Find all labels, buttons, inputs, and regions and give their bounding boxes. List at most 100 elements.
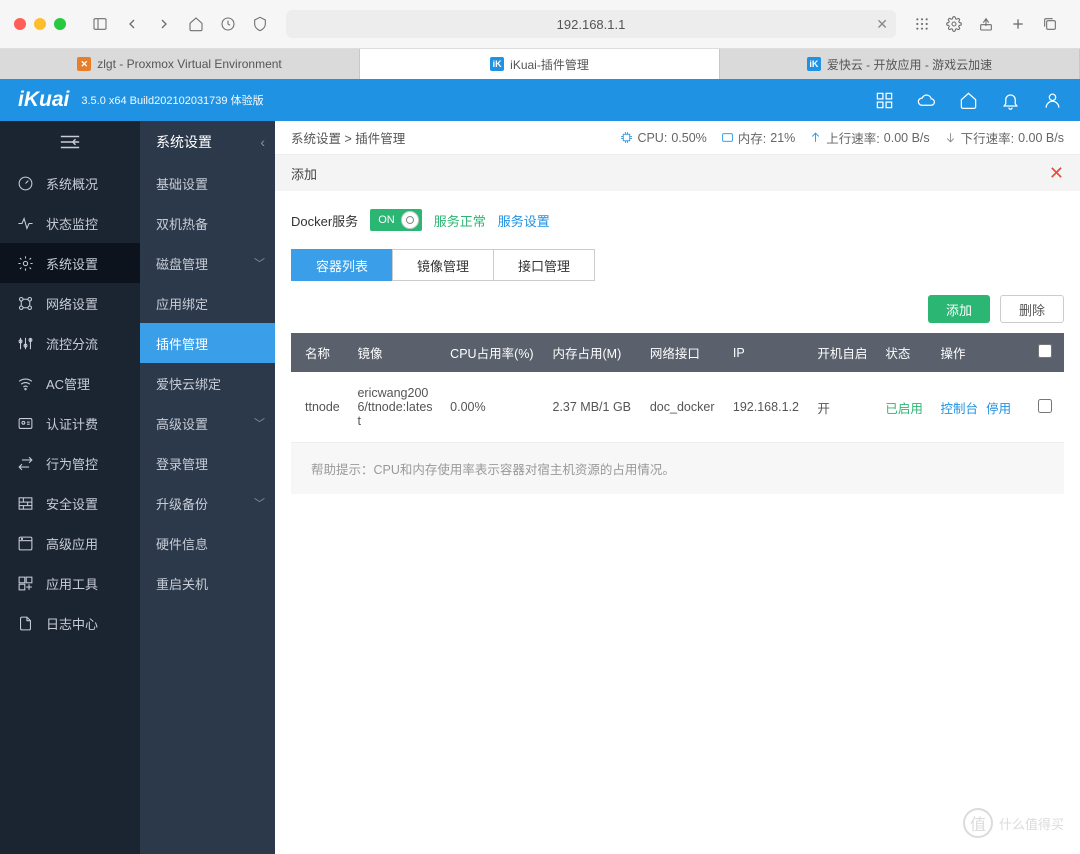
select-all-header <box>1030 333 1064 372</box>
sidebar2-item-label: 高级设置 <box>156 414 208 433</box>
select-all-checkbox[interactable] <box>1038 344 1052 358</box>
sidebar2-item-label: 双机热备 <box>156 214 208 233</box>
service-settings-link[interactable]: 服务设置 <box>498 211 550 230</box>
disable-link[interactable]: 停用 <box>986 402 1011 416</box>
sidebar-item-label: 日志中心 <box>46 614 98 633</box>
home-icon[interactable] <box>184 12 208 36</box>
collapse-menu-icon[interactable] <box>0 121 140 163</box>
sidebar2-item[interactable]: 升级备份﹀ <box>140 483 275 523</box>
browser-tab[interactable]: iKiKuai-插件管理 <box>360 49 720 79</box>
table-header: 操作 <box>933 333 1030 372</box>
browser-tab[interactable]: iK爱快云 - 开放应用 - 游戏云加速 <box>720 49 1080 79</box>
url-text: 192.168.1.1 <box>557 17 626 32</box>
content-tab[interactable]: 接口管理 <box>493 249 595 281</box>
table-header: 网络接口 <box>642 333 725 372</box>
sidebar2-item[interactable]: 插件管理 <box>140 323 275 363</box>
sidebar-item-gear[interactable]: 系统设置 <box>0 243 140 283</box>
sidebar-item-pulse[interactable]: 状态监控 <box>0 203 140 243</box>
network-icon <box>16 294 34 312</box>
panel-header: 添加 ✕ <box>275 155 1080 191</box>
sidebar-item-label: 应用工具 <box>46 574 98 593</box>
sidebar-item-label: 高级应用 <box>46 534 98 553</box>
sidebar2-item-label: 硬件信息 <box>156 534 208 553</box>
docker-label: Docker服务 <box>291 211 358 230</box>
sidebar-item-label: AC管理 <box>46 374 90 393</box>
add-button[interactable]: 添加 <box>928 295 990 323</box>
browser-tab[interactable]: ✕zlgt - Proxmox Virtual Environment <box>0 49 360 79</box>
settings-icon[interactable] <box>942 12 966 36</box>
logo: iKuai <box>18 88 69 112</box>
window-controls[interactable] <box>14 18 66 30</box>
service-status: 服务正常 <box>434 211 486 230</box>
stat-download: 下行速率: 0.00 B/s <box>944 128 1064 147</box>
chevron-down-icon: ﹀ <box>254 255 265 271</box>
clear-icon[interactable]: ✕ <box>876 16 888 33</box>
stat-memory: 内存: 21% <box>721 128 796 147</box>
bell-icon[interactable] <box>1000 90 1020 110</box>
sidebar2-item[interactable]: 双机热备 <box>140 203 275 243</box>
sidebar2-item[interactable]: 登录管理 <box>140 443 275 483</box>
delete-button[interactable]: 删除 <box>1000 295 1064 323</box>
sidebar2-item[interactable]: 基础设置 <box>140 163 275 203</box>
sidebar-item-wifi[interactable]: AC管理 <box>0 363 140 403</box>
cell-name: ttnode <box>291 372 349 443</box>
sidebar-item-label: 网络设置 <box>46 294 98 313</box>
row-checkbox[interactable] <box>1038 399 1052 413</box>
address-bar[interactable]: 192.168.1.1 ✕ <box>286 10 896 38</box>
sidebar2-item-label: 应用绑定 <box>156 294 208 313</box>
sidebar2-item-label: 登录管理 <box>156 454 208 473</box>
cell-ops: 控制台停用 <box>933 372 1030 443</box>
apps-icon[interactable] <box>910 12 934 36</box>
sidebar2-item[interactable]: 爱快云绑定 <box>140 363 275 403</box>
cell-autostart: 开 <box>809 372 877 443</box>
sidebar2-item-label: 基础设置 <box>156 174 208 193</box>
cloud-icon[interactable] <box>916 90 936 110</box>
app-icon <box>16 534 34 552</box>
docker-toggle[interactable]: ON <box>370 209 422 231</box>
content-tabs: 容器列表镜像管理接口管理 <box>291 249 1064 281</box>
home-nav-icon[interactable] <box>958 90 978 110</box>
table-header: IP <box>725 333 810 372</box>
history-icon[interactable] <box>216 12 240 36</box>
container-table: 名称镜像CPU占用率(%)内存占用(M)网络接口IP开机自启状态操作 ttnod… <box>291 333 1064 443</box>
sidebar-item-dashboard[interactable]: 系统概况 <box>0 163 140 203</box>
sidebar2-item[interactable]: 硬件信息 <box>140 523 275 563</box>
sidebar2-item[interactable]: 磁盘管理﹀ <box>140 243 275 283</box>
sidebar-item-firewall[interactable]: 安全设置 <box>0 483 140 523</box>
shield-icon[interactable] <box>248 12 272 36</box>
console-link[interactable]: 控制台 <box>941 402 979 416</box>
sidebar-item-network[interactable]: 网络设置 <box>0 283 140 323</box>
new-tab-icon[interactable] <box>1006 12 1030 36</box>
content-tab[interactable]: 镜像管理 <box>392 249 494 281</box>
user-icon[interactable] <box>1042 90 1062 110</box>
forward-icon[interactable] <box>152 12 176 36</box>
content-tab[interactable]: 容器列表 <box>291 249 393 281</box>
log-icon <box>16 614 34 632</box>
sidebar-item-tools[interactable]: 应用工具 <box>0 563 140 603</box>
sidebar-item-app[interactable]: 高级应用 <box>0 523 140 563</box>
tab-label: 爱快云 - 开放应用 - 游戏云加速 <box>827 56 992 73</box>
help-hint: 帮助提示：CPU和内存使用率表示容器对宿主机资源的占用情况。 <box>291 443 1064 494</box>
cell-status: 已启用 <box>877 372 932 443</box>
share-icon[interactable] <box>974 12 998 36</box>
apps-grid-icon[interactable] <box>874 90 894 110</box>
sidebar-item-label: 行为管控 <box>46 454 98 473</box>
tabs-icon[interactable] <box>1038 12 1062 36</box>
chevron-left-icon[interactable]: ‹ <box>260 134 265 150</box>
favicon-icon: ✕ <box>77 57 91 71</box>
sidebar-item-card[interactable]: 认证计费 <box>0 403 140 443</box>
sidebar2-title: 系统设置 ‹ <box>140 121 275 163</box>
sidebar2-item[interactable]: 高级设置﹀ <box>140 403 275 443</box>
table-header: 状态 <box>877 333 932 372</box>
sidebar-item-swap[interactable]: 行为管控 <box>0 443 140 483</box>
sidebar2-item[interactable]: 重启关机 <box>140 563 275 603</box>
firewall-icon <box>16 494 34 512</box>
sidebar-item-log[interactable]: 日志中心 <box>0 603 140 643</box>
back-icon[interactable] <box>120 12 144 36</box>
close-icon[interactable]: ✕ <box>1049 163 1064 184</box>
sidebar-toggle-icon[interactable] <box>88 12 112 36</box>
sidebar2-item[interactable]: 应用绑定 <box>140 283 275 323</box>
sidebar-item-sliders[interactable]: 流控分流 <box>0 323 140 363</box>
cell-image: ericwang2006/ttnode:latest <box>349 372 442 443</box>
breadcrumb: 系统设置 > 插件管理 <box>291 128 405 147</box>
